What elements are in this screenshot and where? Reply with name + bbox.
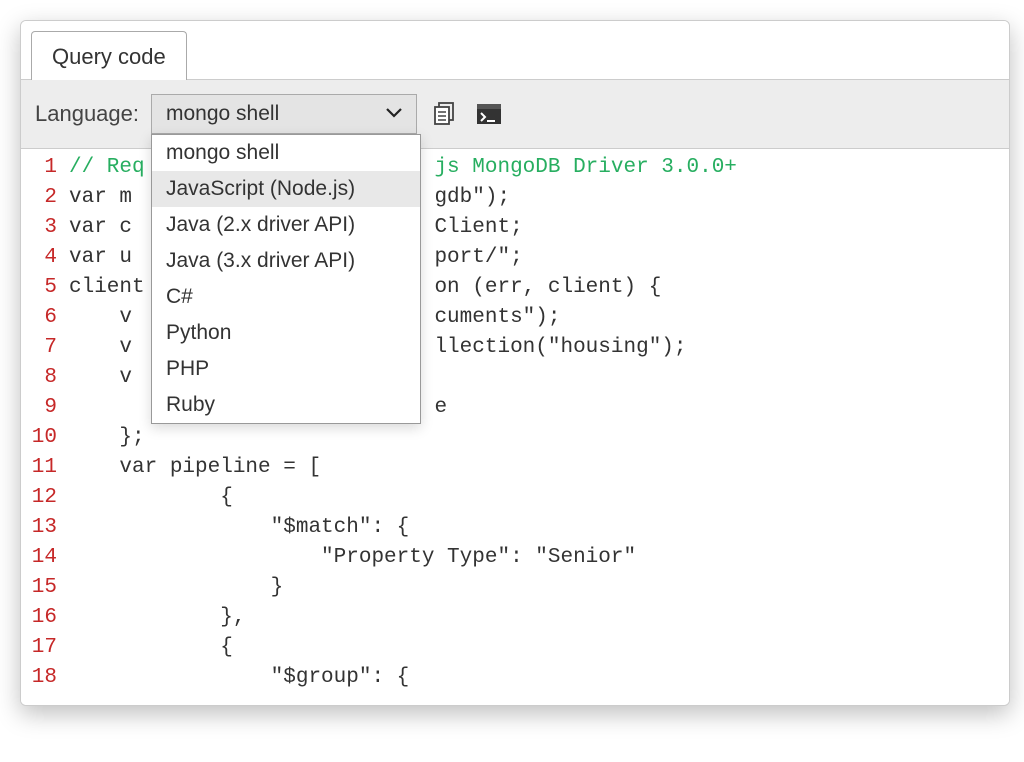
language-option[interactable]: Ruby <box>152 387 420 423</box>
line-number: 4 <box>21 243 57 273</box>
code-line: "$group": { <box>69 663 1009 693</box>
tab-query-code[interactable]: Query code <box>31 31 187 80</box>
language-option[interactable]: Java (3.x driver API) <box>152 243 420 279</box>
line-number: 16 <box>21 603 57 633</box>
query-code-window: Query code Language: mongo shell mongo s… <box>20 20 1010 706</box>
language-dropdown[interactable]: mongo shell <box>151 94 417 134</box>
tab-strip: Query code <box>21 21 1009 80</box>
line-number: 3 <box>21 213 57 243</box>
code-line: var pipeline = [ <box>69 453 1009 483</box>
line-number: 14 <box>21 543 57 573</box>
code-line: { <box>69 633 1009 663</box>
line-number: 7 <box>21 333 57 363</box>
language-dropdown-menu: mongo shellJavaScript (Node.js)Java (2.x… <box>151 134 421 424</box>
line-number: 11 <box>21 453 57 483</box>
line-number: 9 <box>21 393 57 423</box>
language-option[interactable]: Python <box>152 315 420 351</box>
line-number: 17 <box>21 633 57 663</box>
language-dropdown-wrap: mongo shell mongo shellJavaScript (Node.… <box>151 94 417 134</box>
line-number: 18 <box>21 663 57 693</box>
language-dropdown-value: mongo shell <box>166 102 279 126</box>
code-line: "$match": { <box>69 513 1009 543</box>
language-option[interactable]: JavaScript (Node.js) <box>152 171 420 207</box>
tab-label: Query code <box>52 44 166 69</box>
line-number: 10 <box>21 423 57 453</box>
line-number: 5 <box>21 273 57 303</box>
copy-icon[interactable] <box>429 98 461 130</box>
code-line: { <box>69 483 1009 513</box>
line-number-gutter: 123456789101112131415161718 <box>21 153 69 701</box>
code-line: }; <box>69 423 1009 453</box>
language-label: Language: <box>35 101 139 127</box>
line-number: 1 <box>21 153 57 183</box>
code-line: } <box>69 573 1009 603</box>
line-number: 12 <box>21 483 57 513</box>
line-number: 8 <box>21 363 57 393</box>
language-option[interactable]: mongo shell <box>152 135 420 171</box>
line-number: 6 <box>21 303 57 333</box>
code-line: "Property Type": "Senior" <box>69 543 1009 573</box>
line-number: 2 <box>21 183 57 213</box>
language-option[interactable]: PHP <box>152 351 420 387</box>
code-line: }, <box>69 603 1009 633</box>
toolbar: Language: mongo shell mongo shellJavaScr… <box>21 79 1009 149</box>
language-option[interactable]: Java (2.x driver API) <box>152 207 420 243</box>
terminal-icon[interactable] <box>473 98 505 130</box>
line-number: 13 <box>21 513 57 543</box>
line-number: 15 <box>21 573 57 603</box>
chevron-down-icon <box>386 105 402 123</box>
language-option[interactable]: C# <box>152 279 420 315</box>
